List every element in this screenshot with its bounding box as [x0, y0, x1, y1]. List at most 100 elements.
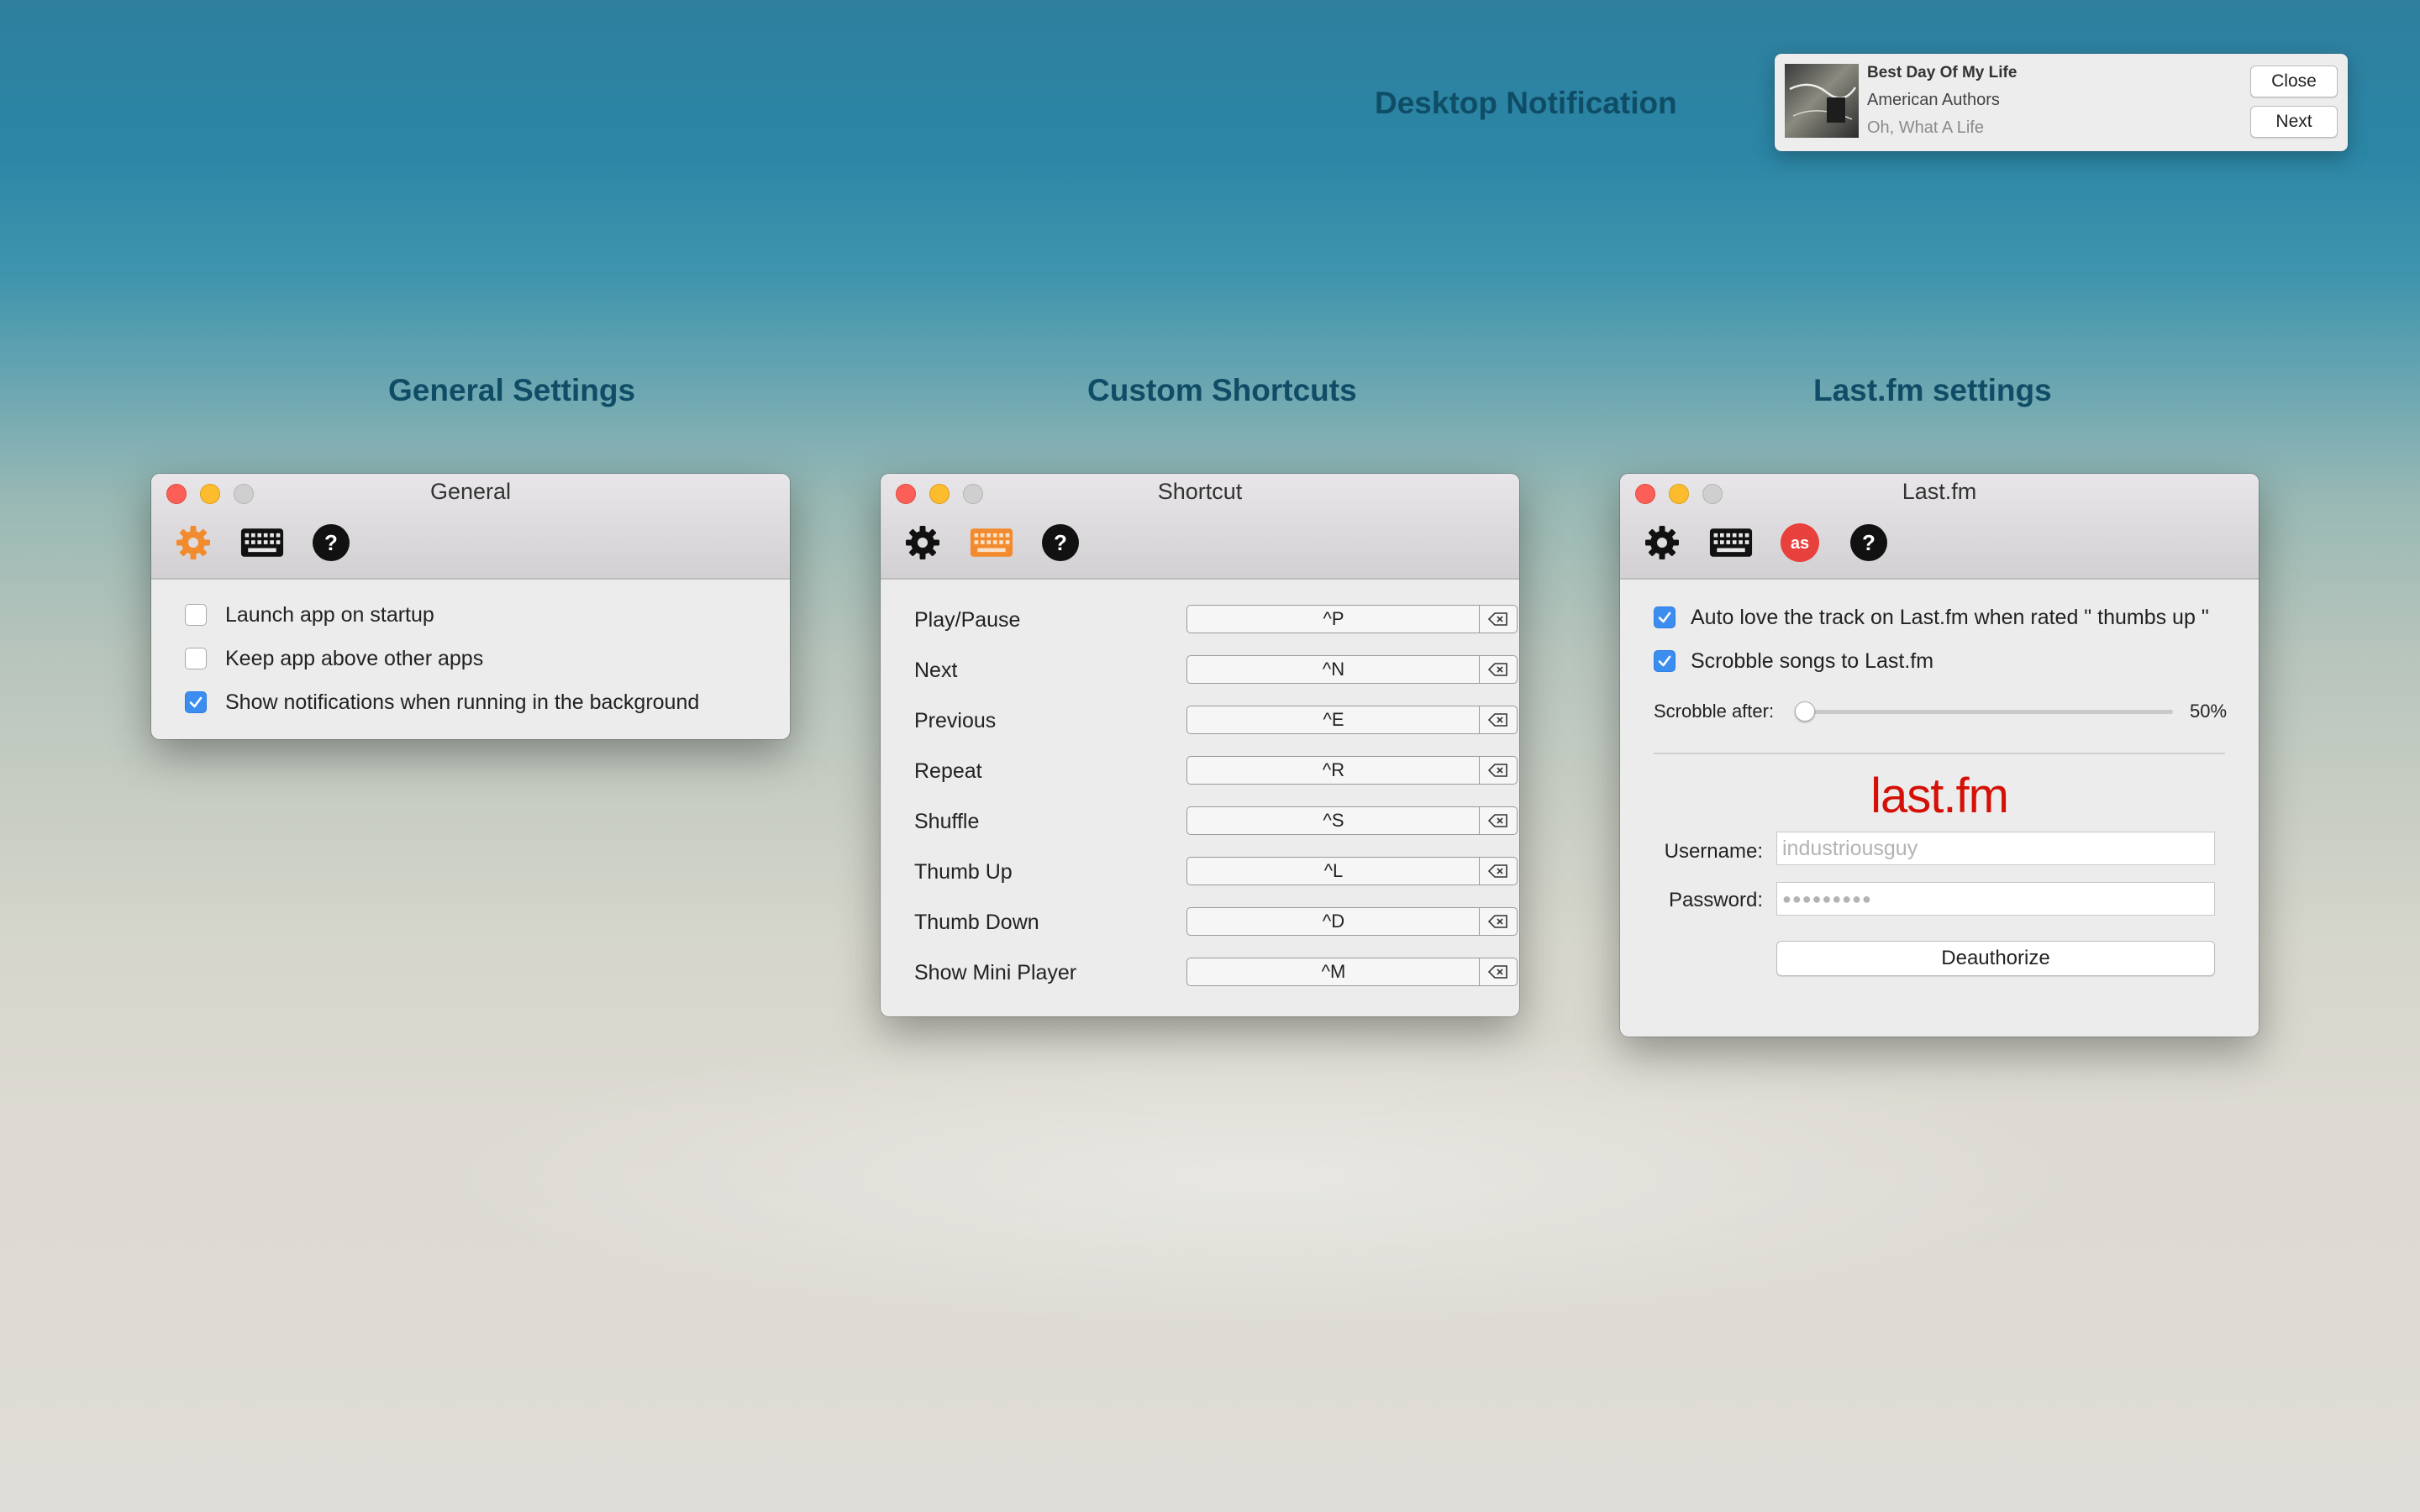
password-field[interactable]: ●●●●●●●●●: [1776, 882, 2215, 916]
keyboard-icon: [970, 528, 1013, 557]
delete-icon: [1488, 713, 1507, 727]
separator: [1654, 753, 2225, 754]
shortcut-row-thumb-down: Thumb Down ^D: [914, 907, 1518, 936]
clear-shortcut-button[interactable]: [1479, 857, 1518, 885]
shortcut-label: Thumb Up: [914, 860, 1013, 884]
option-label: Show notifications when running in the b…: [225, 690, 700, 714]
gear-icon: [176, 526, 210, 559]
scrobble-after-value: 50%: [2190, 701, 2228, 722]
notification-song: Best Day Of My Life: [1867, 64, 2018, 81]
shortcut-recorder[interactable]: ^L: [1186, 857, 1481, 885]
option-show-notifications[interactable]: Show notifications when running in the b…: [185, 680, 699, 724]
deauthorize-button[interactable]: Deauthorize: [1776, 941, 2215, 976]
clear-shortcut-button[interactable]: [1479, 907, 1518, 936]
shortcut-row-thumb-up: Thumb Up ^L: [914, 857, 1518, 885]
shortcut-window: Shortcut ? Play/Pause ^P Next ^N Previou…: [881, 474, 1519, 1016]
tab-lastfm[interactable]: as: [1778, 521, 1822, 564]
tab-help[interactable]: ?: [309, 521, 353, 564]
window-title: Last.fm: [1902, 479, 1977, 504]
window-title: General: [429, 479, 512, 504]
tab-general[interactable]: [171, 521, 215, 564]
album-art: [1785, 64, 1859, 138]
shortcut-label: Shuffle: [914, 810, 980, 833]
checkbox[interactable]: [185, 691, 207, 713]
lastfm-icon: as: [1781, 523, 1819, 562]
shortcut-recorder[interactable]: ^S: [1186, 806, 1481, 835]
checkbox[interactable]: [185, 648, 207, 669]
option-label: Auto love the track on Last.fm when rate…: [1691, 605, 2209, 629]
scrobble-option[interactable]: Scrobble songs to Last.fm: [1654, 647, 1933, 675]
notification-close-button[interactable]: Close: [2250, 66, 2338, 97]
clear-shortcut-button[interactable]: [1479, 605, 1518, 633]
delete-icon: [1488, 864, 1507, 878]
svg-text:?: ?: [324, 530, 338, 555]
tab-general[interactable]: [901, 521, 944, 564]
tab-shortcuts[interactable]: [240, 521, 284, 564]
clear-shortcut-button[interactable]: [1479, 958, 1518, 986]
window-titlebar: Last.fm as ?: [1620, 474, 2259, 580]
keyboard-icon: [1709, 528, 1753, 557]
shortcut-label: Show Mini Player: [914, 961, 1077, 984]
option-label: Launch app on startup: [225, 602, 434, 627]
window-titlebar: General ?: [151, 474, 790, 580]
option-launch-on-startup[interactable]: Launch app on startup: [185, 593, 699, 637]
tab-general[interactable]: [1640, 521, 1684, 564]
window-title: Shortcut: [1157, 479, 1243, 504]
desktop-notification: Best Day Of My Life American Authors Oh,…: [1775, 54, 2348, 151]
tab-help[interactable]: ?: [1039, 521, 1082, 564]
shortcut-row-shuffle: Shuffle ^S: [914, 806, 1518, 835]
clear-shortcut-button[interactable]: [1479, 655, 1518, 684]
checkmark-icon: [1658, 655, 1671, 667]
shortcut-recorder[interactable]: ^D: [1186, 907, 1481, 936]
lastfm-window: Last.fm as ? Auto love the track on Last…: [1620, 474, 2259, 1037]
checkbox[interactable]: [1654, 606, 1676, 628]
shortcut-recorder[interactable]: ^N: [1186, 655, 1481, 684]
clear-shortcut-button[interactable]: [1479, 706, 1518, 734]
shortcut-label: Next: [914, 659, 958, 682]
help-icon: ?: [313, 524, 350, 561]
window-titlebar: Shortcut ?: [881, 474, 1519, 580]
svg-text:?: ?: [1054, 530, 1067, 555]
shortcut-recorder[interactable]: ^M: [1186, 958, 1481, 986]
shortcut-row-previous: Previous ^E: [914, 706, 1518, 734]
shortcut-row-repeat: Repeat ^R: [914, 756, 1518, 785]
slider-knob[interactable]: [1795, 701, 1815, 722]
delete-icon: [1488, 965, 1507, 979]
tab-shortcuts[interactable]: [970, 521, 1013, 564]
delete-icon: [1488, 814, 1507, 827]
shortcut-label: Play/Pause: [914, 608, 1021, 632]
notification-album: Oh, What A Life: [1867, 118, 1984, 137]
tab-shortcuts[interactable]: [1709, 521, 1753, 564]
scrobble-after-slider[interactable]: [1795, 699, 2173, 724]
password-label: Password:: [1668, 889, 1763, 911]
delete-icon: [1488, 663, 1507, 676]
shortcut-label: Thumb Down: [914, 911, 1039, 934]
general-settings-heading: General Settings: [388, 373, 636, 407]
scrobble-after-label: Scrobble after:: [1654, 701, 1775, 722]
clear-shortcut-button[interactable]: [1479, 806, 1518, 835]
shortcut-label: Repeat: [914, 759, 982, 783]
shortcut-row-next: Next ^N: [914, 655, 1518, 684]
delete-icon: [1488, 612, 1507, 626]
checkbox[interactable]: [1654, 650, 1676, 672]
shortcut-label: Previous: [914, 709, 997, 732]
general-options: Launch app on startup Keep app above oth…: [185, 593, 699, 724]
clear-shortcut-button[interactable]: [1479, 756, 1518, 785]
help-icon: ?: [1042, 524, 1079, 561]
auto-love-option[interactable]: Auto love the track on Last.fm when rate…: [1654, 603, 2209, 632]
option-keep-above[interactable]: Keep app above other apps: [185, 637, 699, 680]
username-field[interactable]: industriousguy: [1776, 832, 2215, 865]
lastfm-settings-heading: Last.fm settings: [1813, 373, 2052, 407]
checkbox[interactable]: [185, 604, 207, 626]
shortcut-recorder[interactable]: ^R: [1186, 756, 1481, 785]
shortcut-recorder[interactable]: ^E: [1186, 706, 1481, 734]
option-label: Scrobble songs to Last.fm: [1691, 648, 1934, 673]
delete-icon: [1488, 915, 1507, 928]
tab-help[interactable]: ?: [1847, 521, 1891, 564]
shortcut-recorder[interactable]: ^P: [1186, 605, 1481, 633]
lastfm-logo: last.fm: [1870, 769, 2009, 823]
option-label: Keep app above other apps: [225, 646, 484, 670]
desktop-notification-heading: Desktop Notification: [1375, 86, 1677, 120]
checkmark-icon: [1658, 612, 1671, 623]
notification-next-button[interactable]: Next: [2250, 106, 2338, 138]
